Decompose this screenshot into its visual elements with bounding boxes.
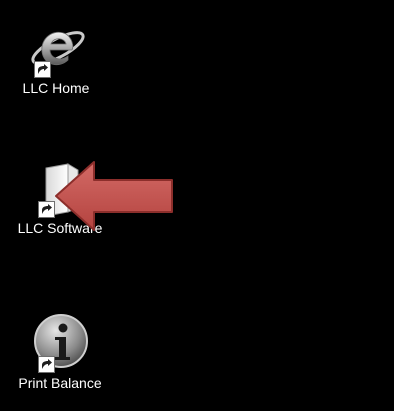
desktop: LLC Home LLC Software Print Balance xyxy=(0,0,394,411)
shortcut-arrow-icon xyxy=(38,356,55,373)
internet-explorer-icon xyxy=(24,18,88,78)
annotation-arrow xyxy=(55,161,173,231)
desktop-icon-print-balance[interactable]: Print Balance xyxy=(10,313,110,391)
icon-label: Print Balance xyxy=(18,375,102,391)
desktop-icon-llc-home[interactable]: LLC Home xyxy=(6,18,106,96)
icon-label: LLC Home xyxy=(22,80,90,96)
shortcut-arrow-icon xyxy=(34,61,51,78)
info-icon xyxy=(28,313,92,373)
